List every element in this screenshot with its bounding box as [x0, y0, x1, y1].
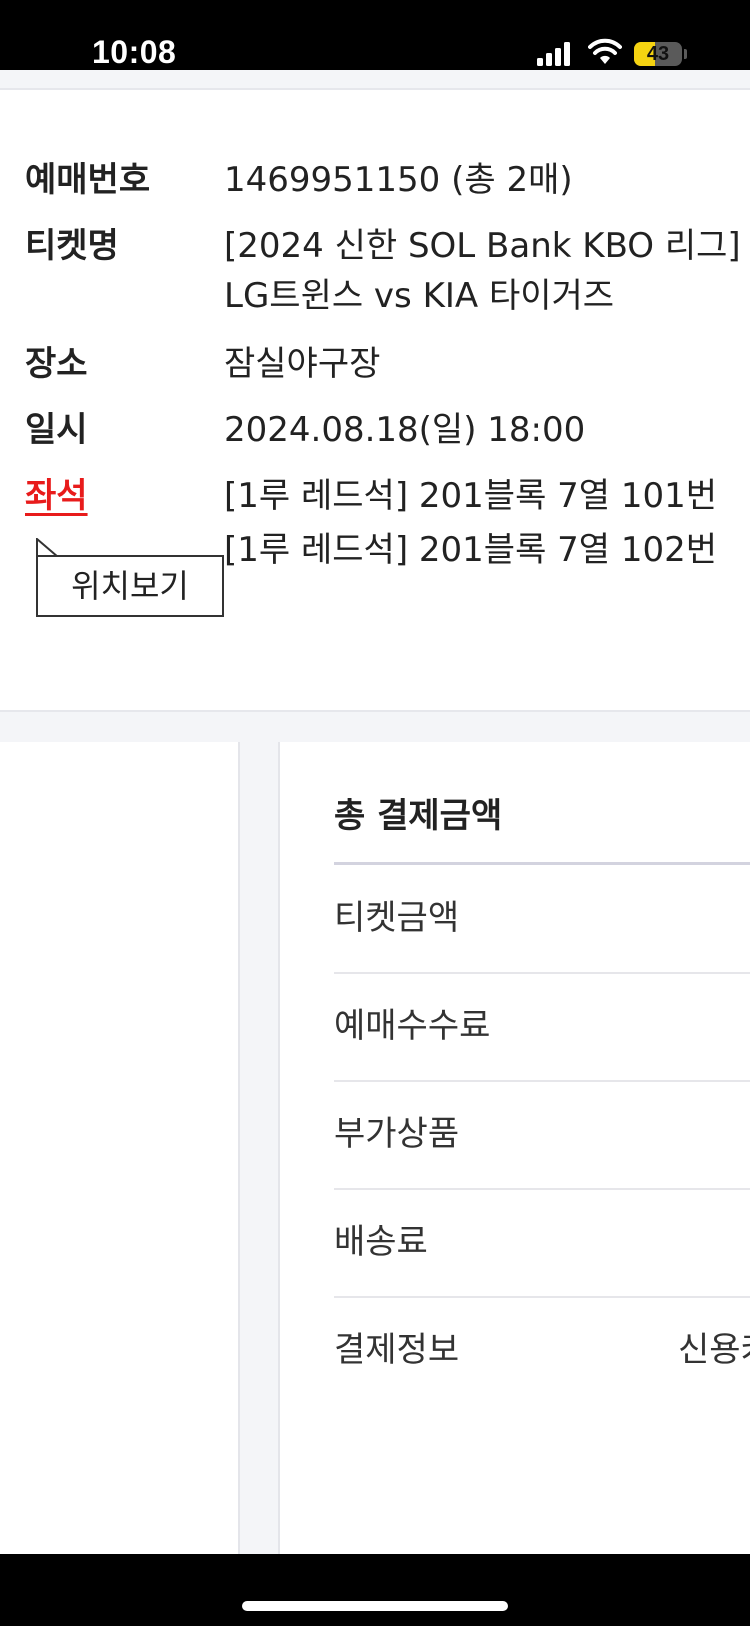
bottom-bar — [0, 1554, 750, 1626]
seat-value-2: [1루 레드석] 201블록 7열 102번 — [224, 530, 718, 570]
payment-row-ticket-amount: 티켓금액 — [334, 866, 750, 974]
ticket-name-line2: LG트윈스 vs KIA 타이거즈 — [224, 276, 615, 316]
section-divider — [0, 710, 750, 744]
delivery-fee-label: 배송료 — [334, 1222, 428, 1262]
payment-row-delivery: 배송료 — [334, 1190, 750, 1298]
venue-value: 잠실야구장 — [224, 344, 381, 384]
booking-fee-label: 예매수수료 — [334, 1006, 491, 1046]
addon-label: 부가상품 — [334, 1114, 460, 1154]
booking-number-value: 1469951150 (총 2매) — [224, 160, 573, 200]
wifi-icon — [588, 38, 622, 70]
top-divider — [0, 70, 750, 90]
payment-method-label: 결제정보 — [334, 1330, 460, 1370]
ticket-name-label: 티켓명 — [25, 226, 119, 266]
battery-icon: 43 — [634, 42, 682, 66]
ticket-amount-label: 티켓금액 — [334, 898, 460, 938]
reservation-info: 예매번호 1469951150 (총 2매) 티켓명 [2024 신한 SOL … — [0, 90, 750, 710]
payment-row-addon: 부가상품 — [334, 1082, 750, 1190]
signal-icon — [537, 42, 573, 70]
seat-location-button[interactable]: 위치보기 — [36, 555, 224, 617]
ticket-name-line1: [2024 신한 SOL Bank KBO 리그] — [224, 226, 741, 266]
payment-method-value: 신용카 — [678, 1330, 750, 1370]
payment-row-method: 결제정보 신용카 — [334, 1298, 750, 1406]
booking-number-label: 예매번호 — [25, 160, 151, 200]
left-panel — [0, 742, 240, 1554]
venue-label: 장소 — [25, 344, 88, 384]
home-indicator[interactable] — [242, 1601, 508, 1611]
seat-label-link[interactable]: 좌석 — [25, 470, 88, 522]
payment-title-divider — [334, 862, 750, 865]
status-time: 10:08 — [92, 34, 177, 70]
datetime-label: 일시 — [25, 410, 88, 450]
seat-value-1: [1루 레드석] 201블록 7열 101번 — [224, 476, 718, 516]
status-bar: 10:08 43 — [0, 0, 750, 70]
datetime-value: 2024.08.18(일) 18:00 — [224, 410, 586, 450]
payment-total-title: 총 결제금액 — [334, 796, 503, 836]
battery-level: 43 — [646, 43, 670, 65]
payment-row-booking-fee: 예매수수료 — [334, 974, 750, 1082]
battery-tip — [684, 49, 687, 59]
panel-gap — [240, 742, 278, 1554]
